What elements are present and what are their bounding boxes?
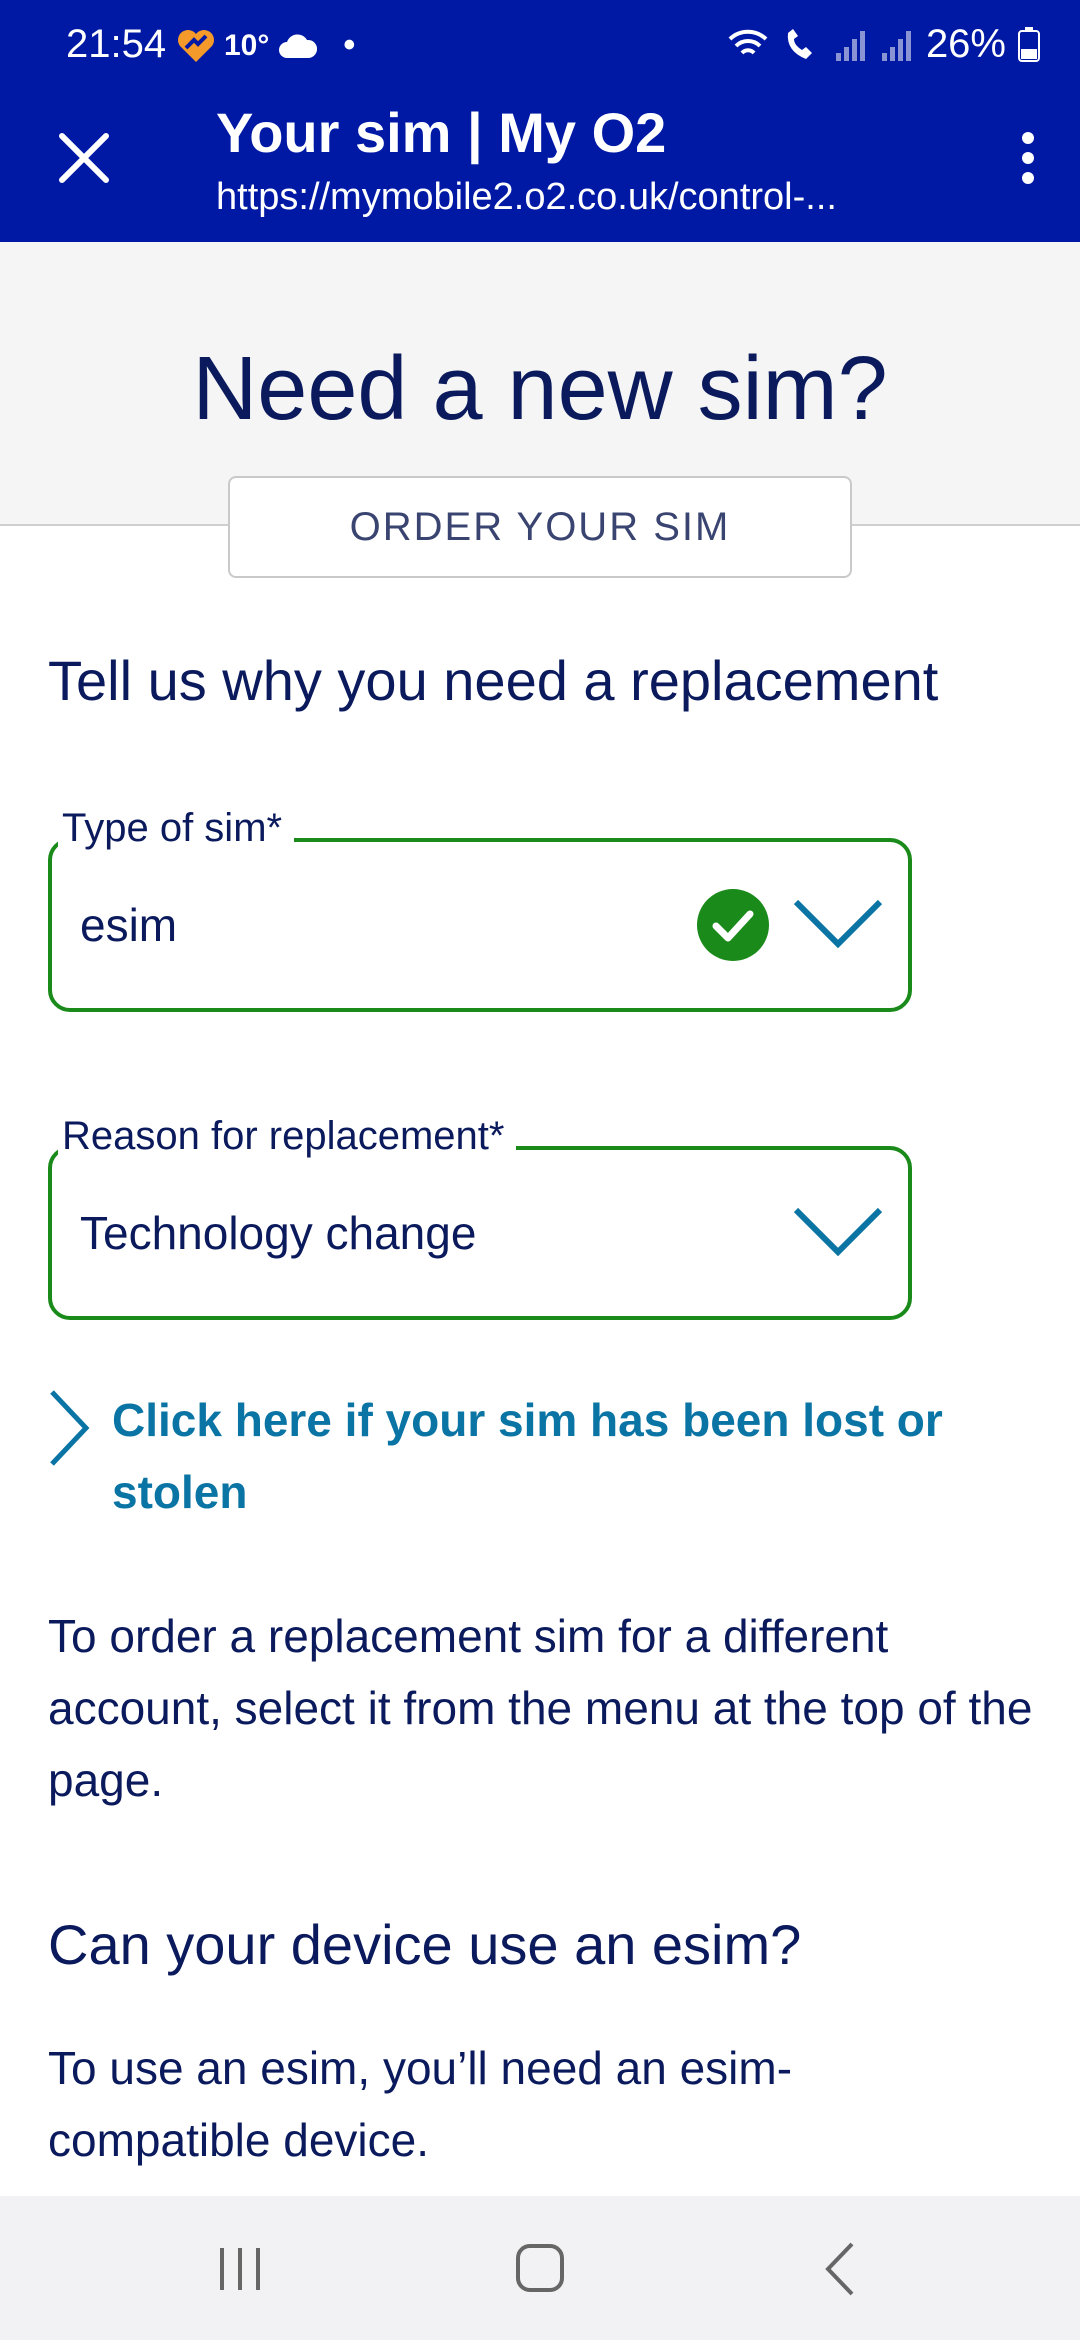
cloud-icon bbox=[279, 34, 318, 58]
recent-apps-icon[interactable] bbox=[200, 2234, 280, 2304]
reason-value: Technology change bbox=[80, 1207, 477, 1259]
wifi-call-icon bbox=[787, 28, 812, 59]
replacement-heading: Tell us why you need a replacement bbox=[48, 649, 939, 712]
status-time: 21:54 bbox=[66, 22, 167, 66]
lost-stolen-link-text[interactable]: Click here if your sim has been lost or … bbox=[112, 1384, 1012, 1528]
signal-icon bbox=[835, 30, 865, 61]
custom-tab-header: Your sim | My O2 https://mymobile2.o2.co… bbox=[0, 96, 1080, 242]
status-right: 26% bbox=[726, 22, 1040, 67]
page-title: Your sim | My O2 bbox=[216, 101, 667, 164]
signal-icon bbox=[881, 30, 911, 61]
type-of-sim-label: Type of sim* bbox=[58, 806, 295, 851]
more-options-icon[interactable] bbox=[996, 126, 1060, 190]
heart-notification-icon bbox=[178, 29, 214, 62]
wifi-icon bbox=[728, 29, 768, 55]
system-nav-bar bbox=[0, 2196, 1080, 2340]
order-sim-button[interactable]: ORDER YOUR SIM bbox=[228, 476, 852, 578]
chevron-right-icon bbox=[50, 1390, 90, 1466]
status-bar: 21:54 10° • 26% bbox=[0, 0, 1080, 96]
reason-label: Reason for replacement* bbox=[58, 1114, 517, 1159]
battery-icon bbox=[1018, 26, 1040, 62]
home-icon[interactable] bbox=[500, 2234, 580, 2304]
reason-select[interactable]: Reason for replacement* Technology chang… bbox=[48, 1114, 912, 1320]
esim-info: To use an esim, you’ll need an esim-comp… bbox=[48, 2042, 793, 2166]
type-of-sim-value: esim bbox=[80, 899, 178, 951]
page-url[interactable]: https://mymobile2.o2.co.uk/control-... bbox=[216, 176, 936, 219]
status-dot: • bbox=[343, 26, 356, 64]
esim-heading: Can your device use an esim? bbox=[48, 1913, 802, 1976]
chevron-down-icon[interactable] bbox=[792, 894, 884, 954]
close-icon[interactable] bbox=[52, 126, 116, 190]
chevron-down-icon[interactable] bbox=[792, 1202, 884, 1262]
check-circle-icon bbox=[697, 889, 769, 961]
battery-percent: 26% bbox=[925, 22, 1006, 66]
temperature: 10° bbox=[224, 28, 270, 62]
back-icon[interactable] bbox=[800, 2234, 880, 2304]
hero-title: Need a new sim? bbox=[192, 339, 888, 439]
different-account-info: To order a replacement sim for a differe… bbox=[48, 1610, 1033, 1806]
type-of-sim-select[interactable]: Type of sim* esim bbox=[48, 806, 912, 1012]
status-weather: 10° • bbox=[176, 26, 355, 65]
lost-stolen-link[interactable]: Click here if your sim has been lost or … bbox=[48, 1384, 1028, 1528]
